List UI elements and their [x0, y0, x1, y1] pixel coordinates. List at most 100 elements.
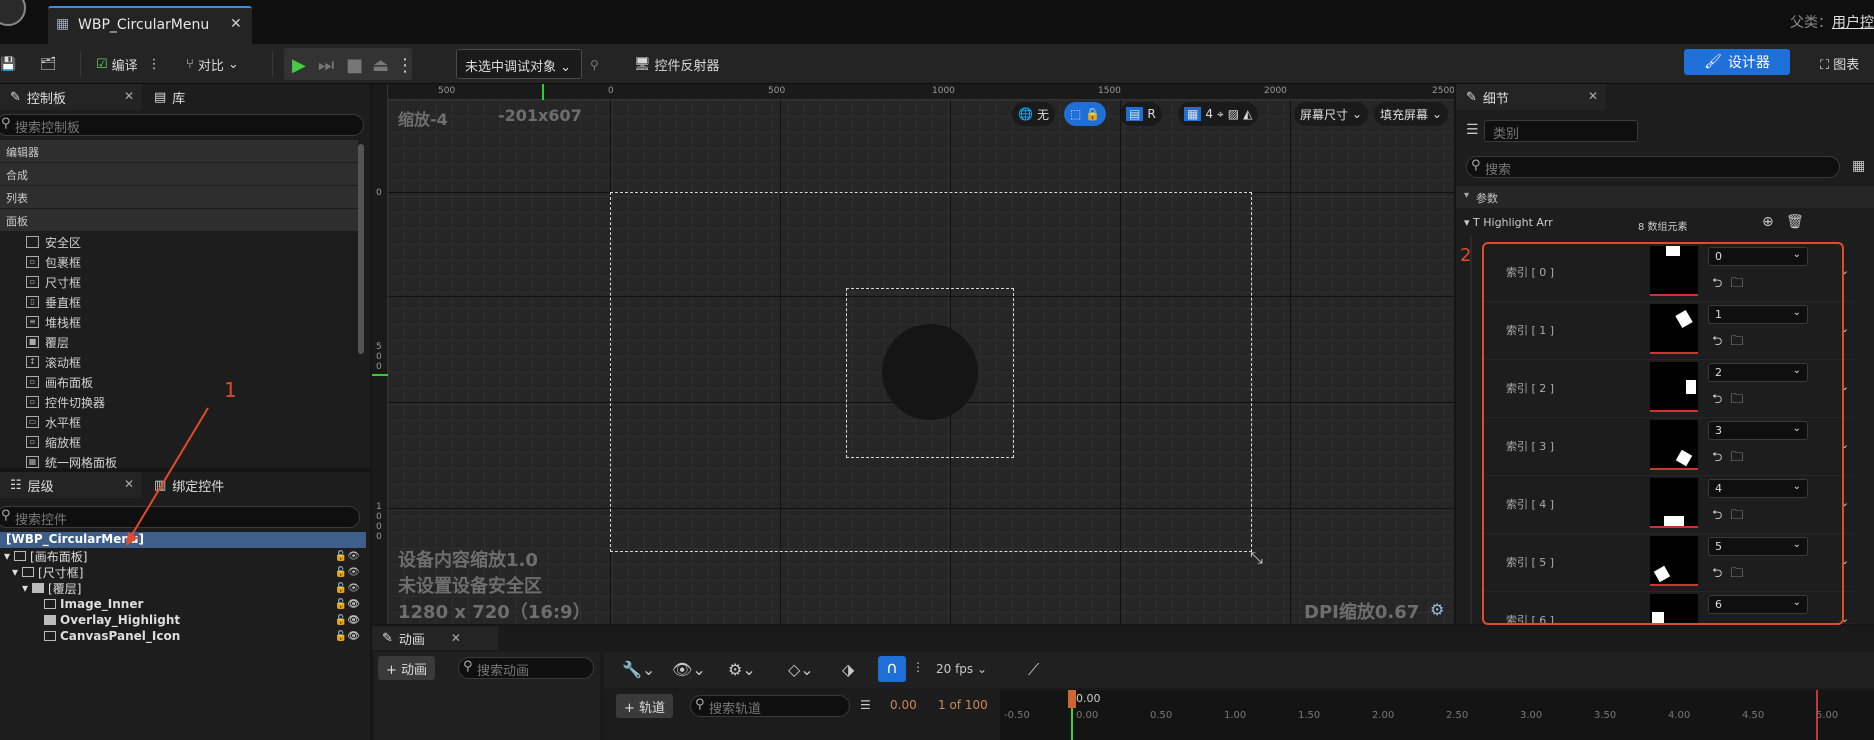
track-search-placeholder: 搜索轨道: [709, 702, 762, 717]
timeline-tick-label: 3.00: [1520, 710, 1543, 721]
category-placeholder: 类别: [1493, 127, 1520, 142]
tab-details-label: 细节: [1482, 91, 1509, 107]
close-tab-icon[interactable]: ✕: [1588, 89, 1598, 103]
ruler-cursor-marker: [372, 374, 388, 376]
array-property-label: T Highlight Arr: [1473, 216, 1553, 229]
annotation-highlight-box: [1482, 242, 1844, 625]
details-search-placeholder: 搜索: [1485, 163, 1512, 178]
section-params-label: 参数: [1476, 192, 1498, 205]
ruler-label: 1000: [932, 86, 955, 96]
animation-search-input[interactable]: ⚲ 搜索动画: [458, 657, 594, 679]
playhead-time-label: 0.00: [1076, 692, 1101, 705]
track-search-input[interactable]: ⚲ 搜索轨道: [690, 695, 850, 717]
details-search-input[interactable]: ⚲ 搜索: [1466, 156, 1840, 178]
circular-menu-preview[interactable]: [882, 324, 978, 420]
timeline-tick-label: 4.00: [1668, 710, 1691, 721]
timeline-tick-label: -0.50: [1004, 710, 1030, 721]
timeline-tick-label: 2.50: [1446, 710, 1469, 721]
chevron-down-icon: ⌄: [1432, 107, 1443, 121]
grid-snap-toggle[interactable]: ▦ 4 ⌖ ▨ ◭: [1178, 102, 1259, 126]
designer-viewport[interactable]: 500 0 500 1000 1500 2000 2500 0 5 0 0 1 …: [372, 84, 1454, 624]
dpi-settings-gear-icon[interactable]: ⚙: [1430, 600, 1444, 619]
auto-key-icon[interactable]: ⬗: [842, 660, 854, 679]
respect-locks-toggle[interactable]: ▤ R: [1120, 102, 1162, 126]
device-resolution: 1280 x 720（16:9）: [398, 602, 591, 623]
layout-icon: ▤: [1126, 107, 1144, 121]
zoom-level: 缩放-4: [398, 110, 448, 129]
snap-options-icon[interactable]: ⋮: [912, 660, 924, 674]
category-list-icon: ☰: [1466, 122, 1479, 138]
animation-search-placeholder: 搜索动画: [477, 664, 530, 679]
ruler-label: 1: [376, 502, 382, 512]
property-matrix-icon[interactable]: ▦: [1852, 158, 1865, 174]
array-indent-line: [1470, 236, 1472, 624]
magnet-snap-icon[interactable]: ∩: [878, 656, 906, 682]
ruler-label: 0: [376, 522, 382, 532]
selection-lock-toggle[interactable]: ⬚ 🔒: [1064, 102, 1107, 126]
key-diamond-icon[interactable]: ◇⌄: [788, 660, 814, 679]
ruler-label: 2000: [1264, 86, 1287, 96]
sequencer-toolbar: 🔧⌄ 👁⌄ ⚙⌄ ◇⌄ ⬗ ∩ ⋮ 20 fps ⌄ ⟋: [604, 652, 1874, 688]
wrench-icon[interactable]: 🔧⌄: [622, 660, 655, 679]
fill-screen-label: 填充屏幕: [1380, 107, 1429, 122]
filter-icon[interactable]: ☰: [860, 698, 871, 712]
tab-details[interactable]: ✎ 细节 ✕: [1456, 84, 1606, 110]
snap-icon[interactable]: ⚙⌄: [728, 660, 756, 679]
track-list: + 轨道 ⚲ 搜索轨道 ☰ 0.00 1 of 100: [604, 690, 1000, 740]
cursor-position: -201x607: [498, 106, 582, 125]
add-animation-button[interactable]: + 动画: [378, 656, 436, 680]
category-input[interactable]: 类别: [1484, 120, 1638, 142]
chevron-down-icon: ⌄: [1352, 107, 1363, 121]
add-track-button[interactable]: + 轨道: [616, 694, 674, 718]
search-icon: ⚲: [695, 697, 705, 712]
ruler-left: 0 5 0 0 1 0 0 0: [372, 84, 388, 624]
localization-label: 无: [1036, 107, 1049, 122]
histogram-icon: ▨: [1227, 107, 1240, 121]
timeline-tick-label: 0.00: [1076, 710, 1099, 721]
ruler-top: 500 0 500 1000 1500 2000 2500: [372, 84, 1454, 100]
close-tab-icon[interactable]: ✕: [451, 631, 461, 645]
screen-size-label: 屏幕尺寸: [1300, 107, 1349, 122]
timeline-ruler[interactable]: 0.00 -0.50 0.00 0.50 1.00 1.50 2.00 2.50…: [1000, 690, 1874, 740]
fps-dropdown[interactable]: 20 fps ⌄: [936, 662, 987, 676]
delete-array-icon[interactable]: 🗑: [1786, 214, 1804, 230]
annotation-label-2: 2: [1460, 245, 1472, 266]
expand-arrow-icon: ▾: [1464, 216, 1470, 229]
dpi-scale: DPI缩放0.67: [1304, 602, 1420, 623]
ruler-label: 0: [608, 86, 614, 96]
ruler-label: 500: [438, 86, 456, 96]
details-brush-icon: ✎: [1466, 89, 1477, 105]
grid-icon: ▦: [1184, 107, 1202, 121]
timeline-tick-label: 3.50: [1594, 710, 1617, 721]
playhead-handle[interactable]: [1068, 690, 1076, 708]
current-time-value[interactable]: 0.00: [890, 698, 917, 712]
pointer-icon: ⌖: [1216, 106, 1224, 121]
fill-screen-dropdown[interactable]: 填充屏幕 ⌄: [1374, 102, 1449, 126]
resize-handle-icon[interactable]: ⤡: [1250, 548, 1263, 568]
marquee-icon: ⬚: [1070, 107, 1082, 121]
search-icon: ⚲: [1471, 158, 1481, 173]
curve-editor-icon[interactable]: ⟋: [1028, 660, 1039, 680]
ruler-label: 5: [376, 342, 382, 352]
timeline-tick-label: 1.00: [1224, 710, 1247, 721]
device-safe-zone-status: 未设置设备安全区: [398, 576, 542, 597]
globe-icon: 🌐: [1018, 107, 1033, 121]
add-element-icon[interactable]: ⊕: [1762, 214, 1774, 230]
ruler-label: 0: [376, 532, 382, 542]
array-property[interactable]: ▾ T Highlight Arr: [1464, 216, 1553, 229]
ruler-label: 2500: [1432, 86, 1454, 96]
animation-list: + 动画 ⚲ 搜索动画: [374, 652, 600, 740]
eye-icon[interactable]: 👁⌄: [672, 660, 706, 679]
respect-locks-label: R: [1147, 107, 1156, 121]
tab-animation[interactable]: ✎ 动画 ✕: [372, 626, 498, 650]
localization-preview-button[interactable]: 🌐 无: [1012, 102, 1055, 126]
timeline-tick-label: 2.00: [1372, 710, 1395, 721]
frame-counter: 1 of 100: [938, 698, 988, 712]
ruler-cursor-marker: [542, 84, 544, 100]
screen-size-dropdown[interactable]: 屏幕尺寸 ⌄: [1294, 102, 1369, 126]
lock-icon: 🔒: [1085, 107, 1101, 121]
playhead-line: [1071, 708, 1073, 740]
collapse-arrow-icon: ▾: [1464, 190, 1470, 201]
section-params[interactable]: ▾ 参数: [1456, 186, 1874, 208]
mirror-icon: ◭: [1243, 107, 1253, 121]
